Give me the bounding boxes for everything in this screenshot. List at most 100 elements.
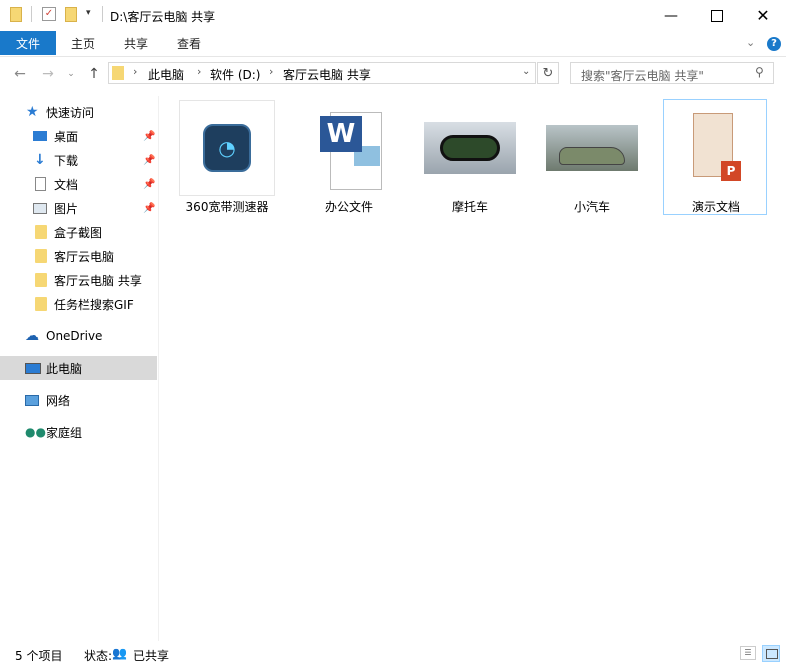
- file-name: 摩托车: [451, 200, 488, 214]
- nav-item-desktop[interactable]: 桌面 📌: [0, 124, 157, 148]
- document-icon: [35, 177, 46, 191]
- nav-item-taskbar-search-gif[interactable]: 任务栏搜索GIF: [0, 292, 157, 316]
- forward-arrow-icon: →: [42, 66, 54, 82]
- nav-item-label: 桌面: [54, 129, 79, 144]
- properties-icon[interactable]: ✓: [42, 7, 56, 21]
- cloud-icon: ☁: [25, 328, 39, 344]
- breadcrumb-this-pc[interactable]: 此电脑: [148, 66, 184, 83]
- file-thumbnail: W: [301, 100, 397, 196]
- search-icon[interactable]: ⚲: [755, 65, 764, 79]
- file-item[interactable]: W 办公文件: [301, 100, 397, 216]
- nav-quick-access-label: 快速访问: [46, 105, 95, 120]
- maximize-icon: [711, 9, 723, 22]
- file-thumbnail: [544, 100, 640, 196]
- breadcrumb-current-folder[interactable]: 客厅云电脑 共享: [283, 66, 371, 83]
- details-view-icon[interactable]: ☰: [740, 646, 756, 660]
- up-button[interactable]: ↑: [84, 64, 104, 84]
- minimize-icon: —: [664, 7, 678, 24]
- file-thumbnail: P: [668, 100, 764, 196]
- status-label: 状态:: [84, 649, 113, 663]
- nav-item-label: 下载: [54, 153, 79, 168]
- breadcrumb-drive-d[interactable]: 软件 (D:): [210, 66, 260, 83]
- back-arrow-icon: ←: [14, 66, 26, 82]
- folder-icon: [35, 225, 47, 239]
- new-folder-icon[interactable]: [65, 7, 77, 22]
- file-name: 360宽带测速器: [185, 200, 269, 214]
- file-item[interactable]: 小汽车: [544, 100, 640, 216]
- nav-network-label: 网络: [46, 393, 71, 408]
- nav-item-living-room-cloud-pc-share[interactable]: 客厅云电脑 共享: [0, 268, 157, 292]
- refresh-button[interactable]: ↻: [537, 62, 559, 84]
- nav-homegroup-label: 家庭组: [46, 425, 83, 440]
- nav-onedrive-label: OneDrive: [46, 329, 103, 343]
- download-arrow-icon: ↓: [34, 152, 46, 168]
- star-icon: ★: [26, 104, 39, 120]
- homegroup-icon: ●●: [25, 425, 46, 439]
- desktop-icon: [33, 131, 47, 141]
- separator: [31, 6, 32, 22]
- word-document-icon: W: [316, 106, 382, 190]
- nav-quick-access[interactable]: ★ 快速访问: [0, 100, 157, 124]
- ribbon: [0, 31, 786, 57]
- nav-this-pc[interactable]: 此电脑: [0, 356, 157, 380]
- chevron-down-icon: ⌄: [67, 69, 75, 79]
- status-value: 已共享: [133, 649, 170, 663]
- address-dropdown-icon[interactable]: ⌄: [522, 66, 530, 77]
- tab-file[interactable]: 文件: [0, 31, 56, 55]
- pin-icon[interactable]: 📌: [143, 179, 155, 190]
- chevron-right-icon[interactable]: ›: [269, 65, 273, 78]
- nav-item-downloads[interactable]: ↓ 下载 📌: [0, 148, 157, 172]
- item-count: 5 个项目: [15, 649, 63, 663]
- powerpoint-floorplan-icon: P: [687, 113, 745, 183]
- nav-item-label: 任务栏搜索GIF: [54, 297, 134, 312]
- minimize-button[interactable]: —: [648, 0, 694, 31]
- close-button[interactable]: ✕: [740, 0, 786, 31]
- refresh-icon: ↻: [542, 65, 554, 81]
- large-icons-view-icon[interactable]: [762, 645, 780, 662]
- speedometer-app-icon: ◔: [203, 124, 251, 172]
- folder-icon: [35, 273, 47, 287]
- chevron-right-icon[interactable]: ›: [133, 65, 137, 78]
- nav-item-box-screenshots[interactable]: 盒子截图: [0, 220, 157, 244]
- forward-button[interactable]: →: [38, 64, 58, 84]
- nav-item-label: 客厅云电脑: [54, 249, 115, 264]
- tab-home[interactable]: 主页: [71, 31, 95, 55]
- search-input[interactable]: 搜索"客厅云电脑 共享": [581, 67, 704, 84]
- nav-item-label: 客厅云电脑 共享: [54, 273, 142, 288]
- pin-icon[interactable]: 📌: [143, 131, 155, 142]
- nav-homegroup[interactable]: ●● 家庭组: [0, 420, 157, 444]
- file-item[interactable]: 摩托车: [422, 100, 518, 216]
- up-arrow-icon: ↑: [88, 66, 100, 82]
- pane-divider[interactable]: [158, 96, 159, 641]
- folder-icon: [112, 66, 124, 80]
- pin-icon[interactable]: 📌: [143, 203, 155, 214]
- separator: [102, 6, 103, 22]
- customize-quick-access-icon[interactable]: ▾: [86, 8, 91, 18]
- shared-users-icon: 👥: [112, 646, 127, 660]
- nav-item-pictures[interactable]: 图片 📌: [0, 196, 157, 220]
- folder-icon: [10, 7, 22, 22]
- chevron-right-icon[interactable]: ›: [197, 65, 201, 78]
- maximize-button[interactable]: [694, 0, 740, 31]
- tab-share[interactable]: 共享: [124, 31, 148, 55]
- file-name: 演示文档: [691, 200, 740, 214]
- recent-locations-button[interactable]: ⌄: [64, 64, 78, 84]
- pin-icon[interactable]: 📌: [143, 155, 155, 166]
- nav-this-pc-label: 此电脑: [46, 361, 83, 376]
- car-photo: [546, 125, 638, 171]
- file-item[interactable]: ◔ 360宽带测速器: [179, 100, 275, 216]
- network-icon: [25, 394, 39, 406]
- computer-icon: [25, 362, 41, 374]
- file-item-hover[interactable]: P 演示文档: [663, 99, 767, 215]
- tab-view[interactable]: 查看: [177, 31, 201, 55]
- nav-item-living-room-cloud-pc[interactable]: 客厅云电脑: [0, 244, 157, 268]
- back-button[interactable]: ←: [10, 64, 30, 84]
- nav-onedrive[interactable]: ☁ OneDrive: [0, 324, 157, 348]
- help-icon[interactable]: ?: [767, 37, 781, 51]
- nav-item-documents[interactable]: 文档 📌: [0, 172, 157, 196]
- expand-ribbon-icon[interactable]: ⌄: [746, 36, 755, 49]
- nav-network[interactable]: 网络: [0, 388, 157, 412]
- file-name: 办公文件: [324, 200, 373, 214]
- search-box[interactable]: 搜索"客厅云电脑 共享" ⚲: [570, 62, 774, 84]
- file-thumbnail: [422, 100, 518, 196]
